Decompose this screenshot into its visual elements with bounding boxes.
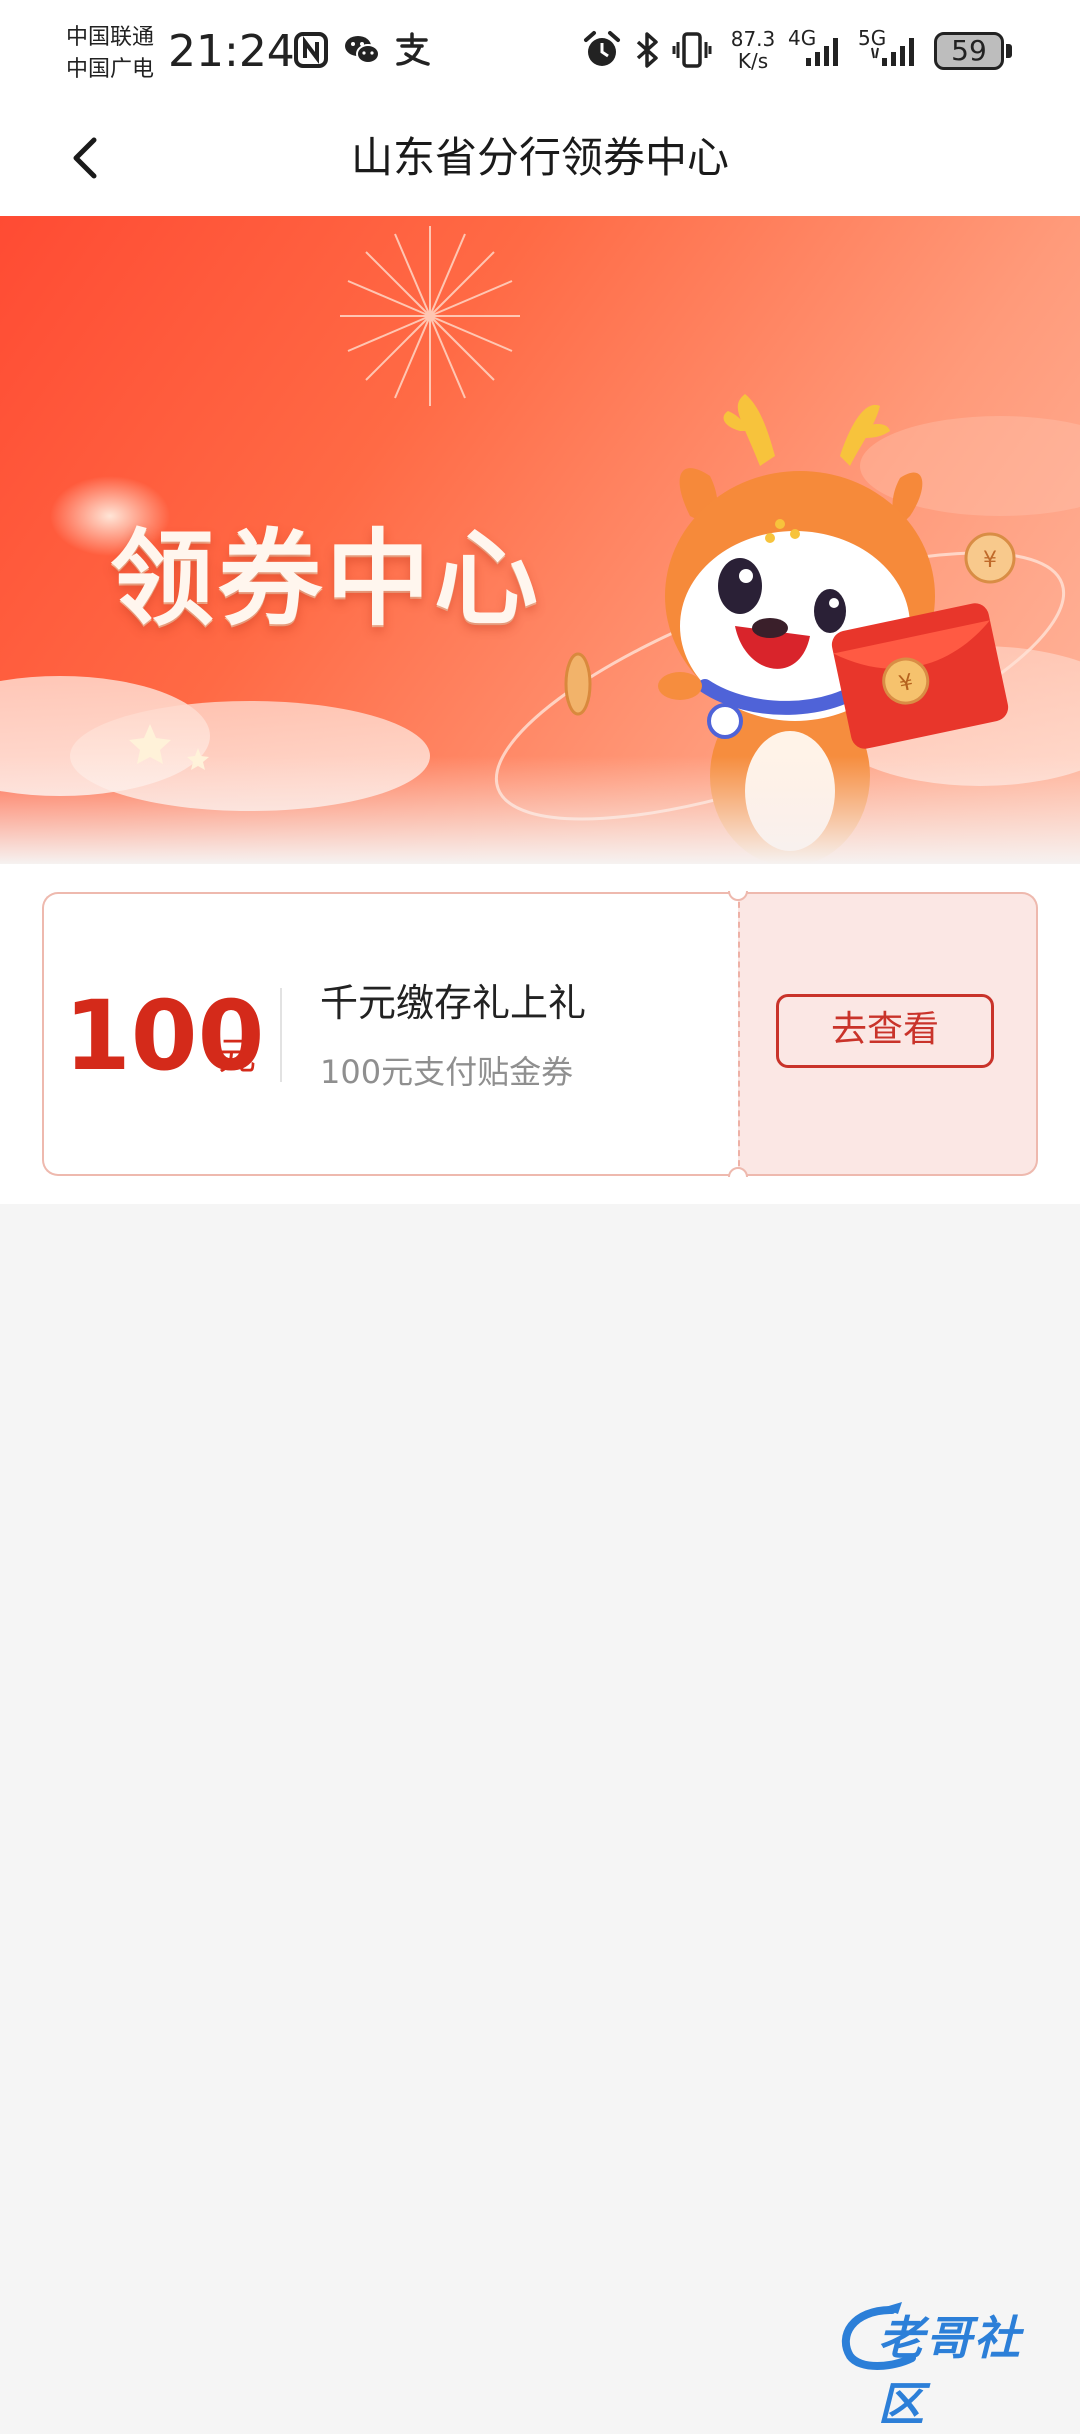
network-speed: 87.3 K/s <box>726 28 780 72</box>
coupon-subtitle: 100元支付贴金券 <box>320 1053 574 1091</box>
alipay-icon <box>396 32 430 66</box>
carrier-1: 中国联通 <box>66 25 155 50</box>
firework-decoration <box>340 226 520 406</box>
coupon-divider <box>280 988 282 1082</box>
back-button[interactable] <box>52 122 124 194</box>
watermark-logo: 老哥社区 <box>832 2296 1068 2431</box>
network-speed-value: 87.3 <box>730 27 776 51</box>
signal-5g-icon <box>871 38 914 66</box>
coupon-card: 100 元 千元缴存礼上礼 100元支付贴金券 去查看 <box>42 891 1038 1177</box>
nav-bar: 山东省分行领券中心 <box>0 100 1080 216</box>
vibrate-icon <box>672 32 712 68</box>
bluetooth-icon <box>636 32 658 68</box>
coupon-title: 千元缴存礼上礼 <box>320 981 587 1025</box>
status-time: 21:24 <box>168 26 295 77</box>
battery-tip <box>1006 44 1012 58</box>
battery-icon: 59 <box>934 32 1004 70</box>
nfc-icon <box>294 32 328 68</box>
coupon-notch-bottom <box>728 1167 748 1177</box>
network-speed-unit: K/s <box>737 49 769 73</box>
banner-heading: 领券中心 <box>110 518 543 640</box>
watermark-brand: 老哥社区 <box>878 2311 1022 2431</box>
alarm-icon <box>584 31 620 66</box>
coupon-unit: 元 <box>218 1034 257 1078</box>
chevron-left-icon <box>73 137 97 179</box>
coupon-list: 100 元 千元缴存礼上礼 100元支付贴金券 去查看 <box>0 864 1080 1204</box>
view-coupon-button[interactable]: 去查看 <box>776 994 994 1068</box>
carrier-info: 中国联通 中国广电 <box>66 22 154 86</box>
status-bar: 中国联通 中国广电 21:24 87.3 K/s 4G 5G 59 <box>0 0 1080 100</box>
wechat-icon <box>345 36 380 64</box>
carrier-2: 中国广电 <box>66 57 155 82</box>
page-title: 山东省分行领券中心 <box>350 133 729 182</box>
coupon-body: 100 元 千元缴存礼上礼 100元支付贴金券 <box>42 892 738 1176</box>
svg-text:¥: ¥ <box>983 548 997 573</box>
promo-banner: ¥ ¥ 领券中心 <box>0 216 1080 864</box>
coupon-notch-top <box>728 891 748 901</box>
battery-level: 59 <box>951 34 987 67</box>
signal-4g-icon <box>806 38 838 66</box>
